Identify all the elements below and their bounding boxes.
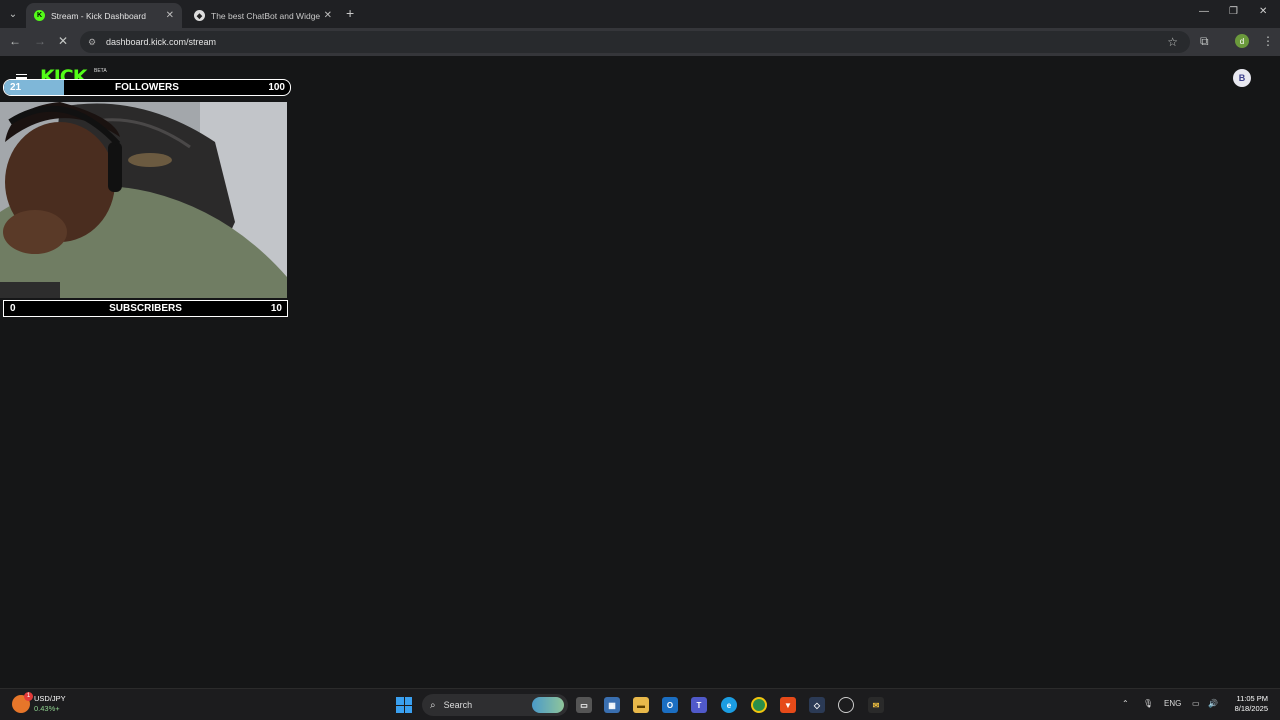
beta-tag: BETA [94, 68, 107, 74]
subscribers-label: SUBSCRIBERS [109, 303, 182, 314]
search-placeholder: Search [443, 700, 473, 710]
clock-time: 11:05 PM [1236, 694, 1268, 703]
outlook-icon[interactable]: O [662, 697, 678, 713]
kick-dashboard-page: KICK BETA B 21 FOLLOWERS 100 0 SUBSCRIBE… [0, 56, 1280, 688]
address-bar[interactable]: ⚙ dashboard.kick.com/stream ☆ [80, 31, 1190, 53]
followers-target: 100 [268, 82, 285, 93]
close-window-icon[interactable]: ✕ [1259, 6, 1267, 17]
stock-widget-icon [12, 692, 33, 713]
kick-favicon-icon: K [34, 10, 45, 21]
microphone-icon[interactable]: 🎙 [1143, 699, 1153, 708]
network-icon[interactable]: ▭ [1192, 699, 1200, 708]
game-app-icon[interactable]: ✉ [868, 697, 884, 713]
close-tab-icon[interactable]: ✕ [324, 10, 332, 21]
ticker-change: 0.43%+ [34, 704, 60, 713]
followers-goal-bar: 21 FOLLOWERS 100 [3, 79, 291, 96]
subscribers-target: 10 [270, 303, 282, 314]
tab-title: Stream - Kick Dashboard [51, 10, 146, 21]
brave-icon[interactable]: ▼ [780, 697, 796, 713]
site-info-icon[interactable]: ⚙ [88, 37, 98, 47]
browser-toolbar: ← → ✕ ⚙ dashboard.kick.com/stream ☆ ⧉ d … [0, 28, 1280, 56]
file-explorer-icon[interactable]: ▬ [633, 697, 649, 713]
app-icon[interactable]: ◇ [809, 697, 825, 713]
widget-app-icon[interactable]: B [1233, 69, 1251, 87]
tab-strip: ⌄ K Stream - Kick Dashboard ✕ ◆ The best… [0, 0, 1280, 28]
url-text: dashboard.kick.com/stream [106, 37, 217, 47]
store-icon[interactable]: ▦ [604, 697, 620, 713]
subscribers-goal-bar: 0 SUBSCRIBERS 10 [3, 300, 288, 317]
forward-icon[interactable]: → [34, 34, 46, 48]
close-tab-icon[interactable]: ✕ [166, 10, 174, 21]
webcam-feed-image [0, 102, 287, 298]
tab-title: The best ChatBot and Widgets [211, 10, 320, 21]
minimize-icon[interactable]: — [1199, 6, 1209, 17]
taskbar-search[interactable]: ⌕ Search [422, 694, 568, 716]
teams-icon[interactable]: T [691, 697, 707, 713]
tab-search-icon[interactable]: ⌄ [4, 6, 22, 22]
weather-stock-widget[interactable]: USD/JPY 0.43%+ [12, 692, 66, 714]
browser-menu-icon[interactable]: ⋮ [1262, 34, 1274, 48]
windows-start-icon[interactable] [396, 697, 412, 713]
followers-label: FOLLOWERS [115, 82, 179, 93]
taskbar-clock[interactable]: 11:05 PM 8/18/2025 [1222, 694, 1268, 714]
language-indicator[interactable]: ENG [1164, 699, 1181, 708]
stop-loading-icon[interactable]: ✕ [58, 34, 68, 48]
tab-kick-dashboard[interactable]: K Stream - Kick Dashboard ✕ [26, 3, 182, 28]
tab-chatbot[interactable]: ◆ The best ChatBot and Widgets ✕ [186, 3, 340, 28]
search-icon: ⌕ [430, 699, 436, 711]
clock-date: 8/18/2025 [1234, 704, 1268, 713]
new-tab-icon[interactable]: + [346, 5, 354, 21]
obs-icon[interactable] [838, 697, 854, 713]
chrome-icon[interactable] [751, 697, 767, 713]
search-highlight-icon [532, 697, 564, 713]
task-view-icon[interactable]: ▭ [576, 697, 592, 713]
tray-chevron-up-icon[interactable]: ⌃ [1122, 699, 1129, 708]
windows-taskbar: USD/JPY 0.43%+ ⌕ Search ▭ ▦ ▬ O T e ▼ ◇ … [0, 688, 1280, 720]
back-icon[interactable]: ← [9, 34, 21, 48]
profile-avatar[interactable]: d [1235, 34, 1249, 48]
edge-icon[interactable]: e [721, 697, 737, 713]
botrix-favicon-icon: ◆ [194, 10, 205, 21]
ticker-symbol: USD/JPY [34, 694, 66, 703]
bookmark-star-icon[interactable]: ☆ [1167, 35, 1178, 49]
restore-icon[interactable]: ❐ [1229, 6, 1238, 17]
extensions-icon[interactable]: ⧉ [1200, 34, 1209, 49]
volume-icon[interactable]: 🔊 [1208, 699, 1218, 708]
